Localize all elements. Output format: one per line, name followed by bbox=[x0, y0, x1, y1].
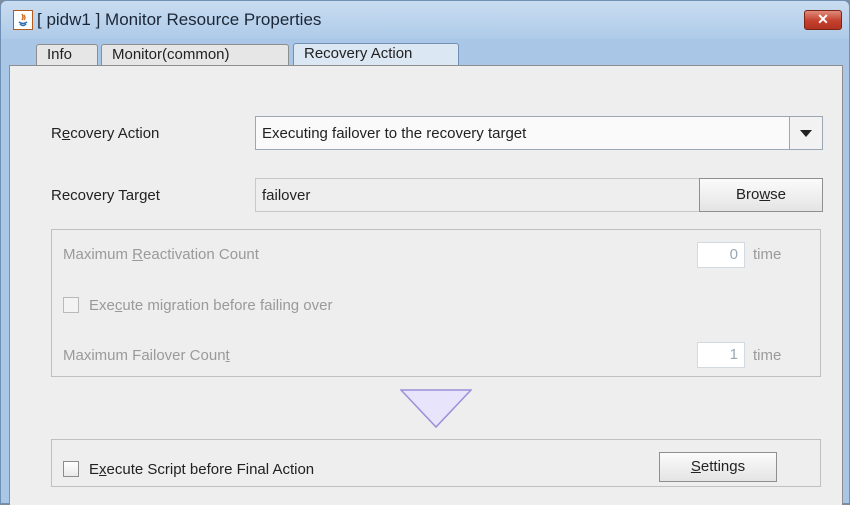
execute-script-label: Execute Script before Final Action bbox=[89, 461, 315, 478]
window-title: [ pidw1 ] Monitor Resource Properties bbox=[37, 10, 322, 29]
max-failover-input[interactable]: 1 bbox=[697, 342, 745, 368]
recovery-action-value: Executing failover to the recovery targe… bbox=[262, 125, 527, 142]
reactivation-unit: time bbox=[753, 246, 782, 263]
close-button[interactable]: ✕ bbox=[804, 10, 842, 30]
tab-monitor-common[interactable]: Monitor(common) bbox=[101, 44, 289, 66]
max-reactivation-input[interactable]: 0 bbox=[697, 242, 745, 268]
properties-window: [ pidw1 ] Monitor Resource Properties ✕ … bbox=[0, 0, 850, 505]
recovery-target-value: failover bbox=[262, 187, 311, 204]
chevron-down-icon bbox=[800, 130, 812, 137]
tab-info[interactable]: Info bbox=[36, 44, 98, 66]
browse-button[interactable]: Browse bbox=[699, 178, 823, 212]
failover-unit: time bbox=[753, 347, 782, 364]
dropdown-button[interactable] bbox=[789, 117, 822, 149]
tab-recovery-action[interactable]: Recovery Action bbox=[293, 43, 459, 67]
down-arrow-icon bbox=[400, 389, 472, 429]
execute-script-checkbox[interactable] bbox=[63, 461, 79, 477]
max-reactivation-label: Maximum Reactivation Count bbox=[63, 246, 259, 263]
recovery-target-field: failover bbox=[255, 178, 699, 212]
close-icon: ✕ bbox=[817, 11, 829, 27]
max-failover-label: Maximum Failover Count bbox=[63, 347, 230, 364]
java-icon bbox=[13, 10, 33, 30]
title-bar[interactable]: [ pidw1 ] Monitor Resource Properties ✕ bbox=[1, 1, 849, 39]
tab-recovery-action-label: Recovery Action bbox=[304, 45, 413, 62]
tab-monitor-common-label: Monitor(common) bbox=[112, 46, 230, 63]
migration-checkbox[interactable] bbox=[63, 297, 79, 313]
tab-info-label: Info bbox=[47, 46, 73, 63]
recovery-action-label: Recovery Action bbox=[51, 125, 160, 142]
recovery-action-select[interactable]: Executing failover to the recovery targe… bbox=[255, 116, 823, 150]
recovery-target-label: Recovery Target bbox=[51, 187, 160, 204]
settings-button[interactable]: Settings bbox=[659, 452, 777, 482]
migration-label: Execute migration before failing over bbox=[89, 297, 333, 314]
